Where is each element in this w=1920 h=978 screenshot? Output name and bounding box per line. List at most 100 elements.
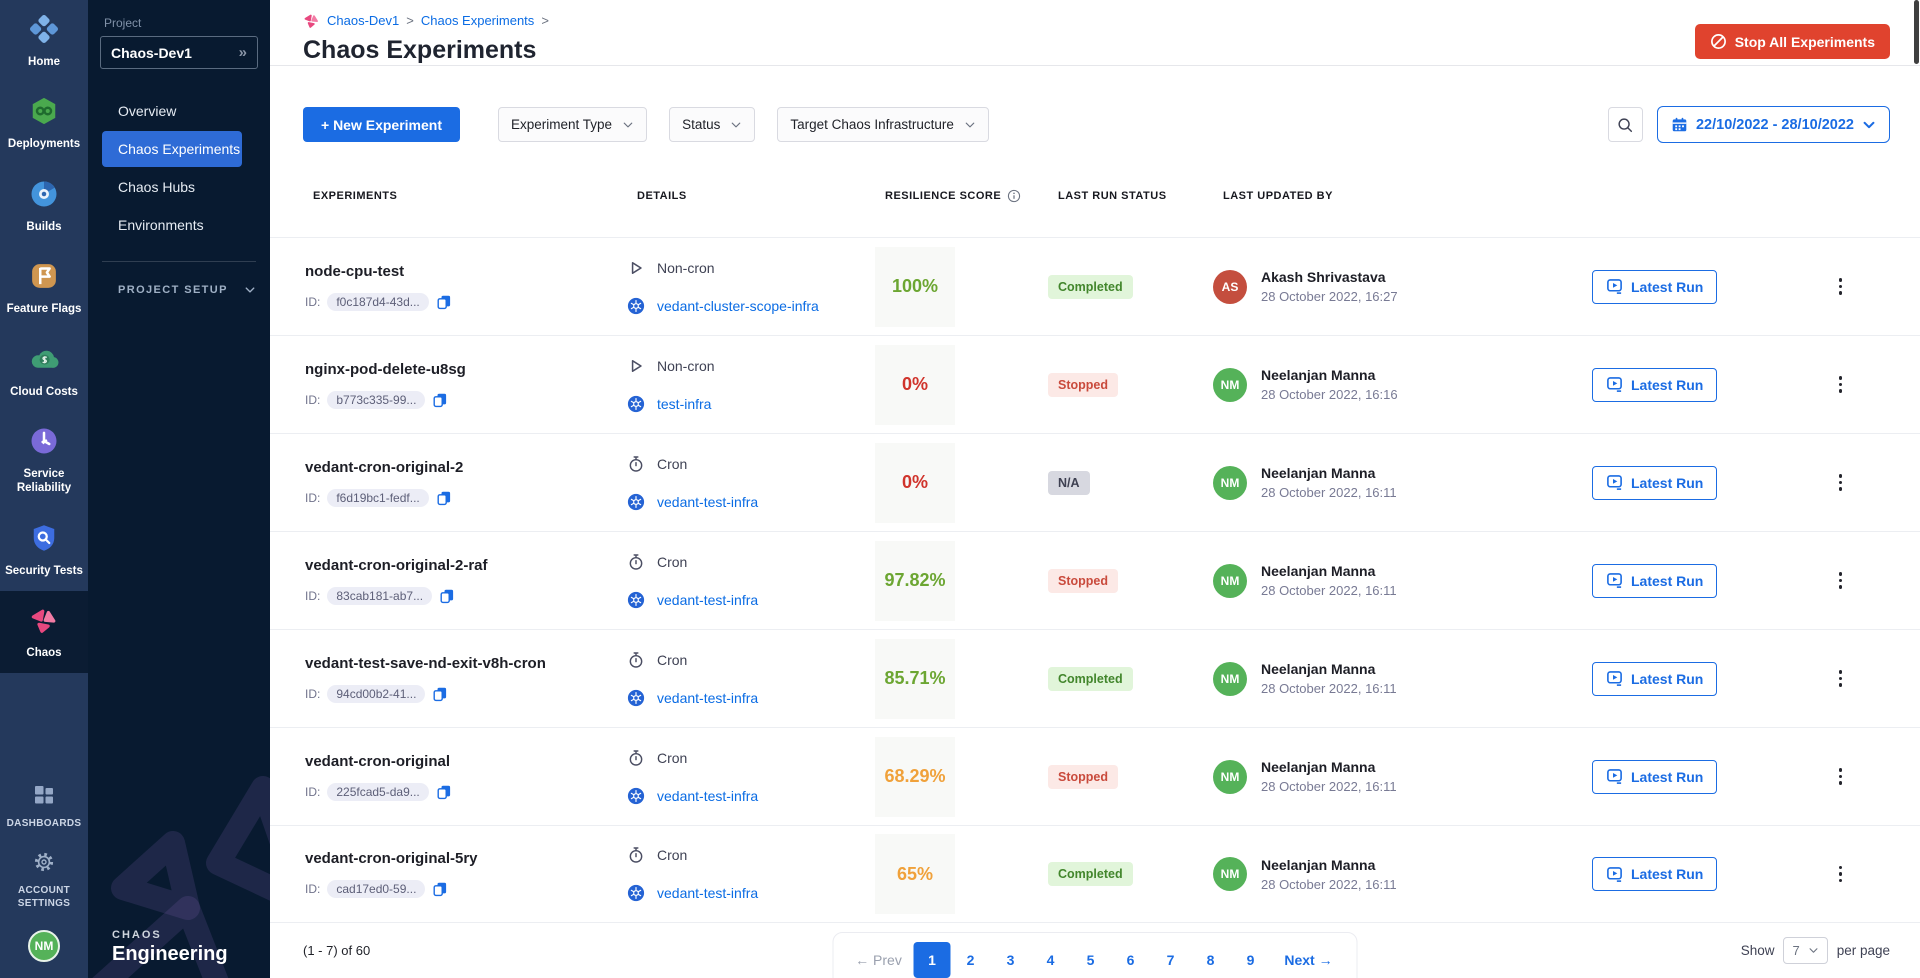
latest-run-button[interactable]: Latest Run: [1592, 270, 1717, 304]
breadcrumb-separator: >: [541, 13, 549, 28]
latest-run-button[interactable]: Latest Run: [1592, 368, 1717, 402]
breadcrumb-experiments-link[interactable]: Chaos Experiments: [421, 13, 534, 28]
copy-icon[interactable]: [436, 294, 452, 310]
page-button-4[interactable]: 4: [1031, 942, 1071, 978]
latest-run-button[interactable]: Latest Run: [1592, 760, 1717, 794]
infrastructure-link[interactable]: vedant-test-infra: [657, 592, 758, 608]
id-label: ID:: [305, 393, 320, 407]
kebab-menu-icon[interactable]: [1833, 764, 1849, 789]
target-infrastructure-filter[interactable]: Target Chaos Infrastructure: [777, 107, 989, 142]
infrastructure-icon: [627, 884, 645, 902]
page-button-9[interactable]: 9: [1231, 942, 1271, 978]
copy-icon[interactable]: [432, 392, 448, 408]
home-icon: [29, 14, 59, 44]
per-page-select[interactable]: 7: [1783, 937, 1827, 964]
project-setup-toggle[interactable]: PROJECT SETUP: [118, 284, 256, 296]
page-button-1[interactable]: 1: [914, 942, 951, 978]
latest-run-button[interactable]: Latest Run: [1592, 662, 1717, 696]
resilience-score-box: 97.82%: [875, 541, 955, 621]
experiment-name[interactable]: vedant-cron-original-2-raf: [303, 557, 627, 574]
experiment-type-filter[interactable]: Experiment Type: [498, 107, 647, 142]
status-filter[interactable]: Status: [669, 107, 755, 142]
infrastructure-link[interactable]: vedant-cluster-scope-infra: [657, 298, 819, 314]
schedule-type: Cron: [657, 750, 687, 766]
infrastructure-link[interactable]: vedant-test-infra: [657, 690, 758, 706]
prev-page-button[interactable]: ← Prev: [844, 942, 914, 978]
info-icon[interactable]: [1007, 189, 1021, 203]
nav-feature-flags[interactable]: Feature Flags: [0, 247, 88, 329]
updated-at-timestamp: 28 October 2022, 16:27: [1261, 289, 1398, 304]
updated-by-name: Neelanjan Manna: [1261, 661, 1397, 677]
collapse-panel-icon[interactable]: »: [239, 44, 247, 61]
nav-builds[interactable]: Builds: [0, 165, 88, 247]
nav-cloud-costs[interactable]: Cloud Costs: [0, 330, 88, 412]
nav-home[interactable]: Home: [0, 0, 88, 82]
kebab-menu-icon[interactable]: [1833, 274, 1849, 299]
menu-environments[interactable]: Environments: [102, 207, 242, 243]
copy-icon[interactable]: [432, 881, 448, 897]
experiment-name[interactable]: vedant-cron-original-5ry: [303, 850, 627, 867]
copy-icon[interactable]: [436, 490, 452, 506]
latest-run-button[interactable]: Latest Run: [1592, 564, 1717, 598]
nav-chaos[interactable]: Chaos: [0, 591, 88, 673]
latest-run-button[interactable]: Latest Run: [1592, 466, 1717, 500]
kebab-menu-icon[interactable]: [1833, 862, 1849, 887]
nav-security-tests[interactable]: Security Tests: [0, 509, 88, 591]
infrastructure-link[interactable]: vedant-test-infra: [657, 885, 758, 901]
menu-chaos-hubs[interactable]: Chaos Hubs: [102, 169, 242, 205]
page-button-3[interactable]: 3: [991, 942, 1031, 978]
nav-service-reliability[interactable]: Service Reliability: [0, 412, 88, 509]
nav-account-settings[interactable]: ACCOUNT SETTINGS: [0, 840, 88, 920]
experiment-name[interactable]: nginx-pod-delete-u8sg: [303, 361, 627, 378]
date-range-picker[interactable]: 22/10/2022 - 28/10/2022: [1657, 106, 1890, 143]
kebab-menu-icon[interactable]: [1833, 372, 1849, 397]
page-button-6[interactable]: 6: [1111, 942, 1151, 978]
page-button-2[interactable]: 2: [951, 942, 991, 978]
experiment-name[interactable]: vedant-cron-original: [303, 753, 627, 770]
copy-icon[interactable]: [439, 588, 455, 604]
infrastructure-link[interactable]: vedant-test-infra: [657, 494, 758, 510]
copy-icon[interactable]: [432, 686, 448, 702]
cloud-costs-icon: [29, 344, 59, 374]
infrastructure-icon: [627, 689, 645, 707]
new-experiment-button[interactable]: + New Experiment: [303, 107, 460, 142]
latest-run-button[interactable]: Latest Run: [1592, 857, 1717, 891]
kebab-menu-icon[interactable]: [1833, 470, 1849, 495]
schedule-type: Non-cron: [657, 260, 715, 276]
stop-all-experiments-button[interactable]: Stop All Experiments: [1695, 24, 1890, 59]
updated-at-timestamp: 28 October 2022, 16:11: [1261, 485, 1397, 500]
vertical-scrollbar-thumb[interactable]: [1914, 0, 1919, 64]
infrastructure-icon: [627, 297, 645, 315]
breadcrumb: Chaos-Dev1 > Chaos Experiments >: [303, 12, 1890, 29]
project-menu: Overview Chaos Experiments Chaos Hubs En…: [88, 93, 270, 243]
search-button[interactable]: [1608, 107, 1643, 142]
id-label: ID:: [305, 687, 320, 701]
infrastructure-link[interactable]: test-infra: [657, 396, 711, 412]
menu-chaos-experiments[interactable]: Chaos Experiments: [102, 131, 242, 167]
page-button-8[interactable]: 8: [1191, 942, 1231, 978]
chevron-down-icon: [1808, 945, 1819, 956]
nav-dashboards[interactable]: DASHBOARDS: [0, 773, 88, 841]
page-button-7[interactable]: 7: [1151, 942, 1191, 978]
menu-overview[interactable]: Overview: [102, 93, 242, 129]
copy-icon[interactable]: [436, 784, 452, 800]
nav-deployments[interactable]: Deployments: [0, 82, 88, 164]
infrastructure-icon: [627, 787, 645, 805]
resilience-score-value: 100%: [892, 276, 938, 297]
kebab-menu-icon[interactable]: [1833, 666, 1849, 691]
page-header: Chaos-Dev1 > Chaos Experiments > Chaos E…: [270, 0, 1920, 66]
run-view-icon: [1606, 670, 1623, 687]
experiment-name[interactable]: node-cpu-test: [303, 263, 627, 280]
page-button-5[interactable]: 5: [1071, 942, 1111, 978]
experiment-name[interactable]: vedant-test-save-nd-exit-v8h-cron: [303, 655, 627, 672]
updated-at-timestamp: 28 October 2022, 16:11: [1261, 583, 1397, 598]
kebab-menu-icon[interactable]: [1833, 568, 1849, 593]
project-selector[interactable]: Chaos-Dev1 »: [100, 36, 258, 69]
breadcrumb-project-link[interactable]: Chaos-Dev1: [327, 13, 399, 28]
next-page-button[interactable]: Next →: [1271, 942, 1347, 978]
infrastructure-link[interactable]: vedant-test-infra: [657, 788, 758, 804]
experiment-name[interactable]: vedant-cron-original-2: [303, 459, 627, 476]
col-last-run-status: LAST RUN STATUS: [1048, 190, 1213, 202]
user-avatar[interactable]: NM: [28, 930, 60, 962]
chaos-breadcrumb-icon: [303, 12, 320, 29]
